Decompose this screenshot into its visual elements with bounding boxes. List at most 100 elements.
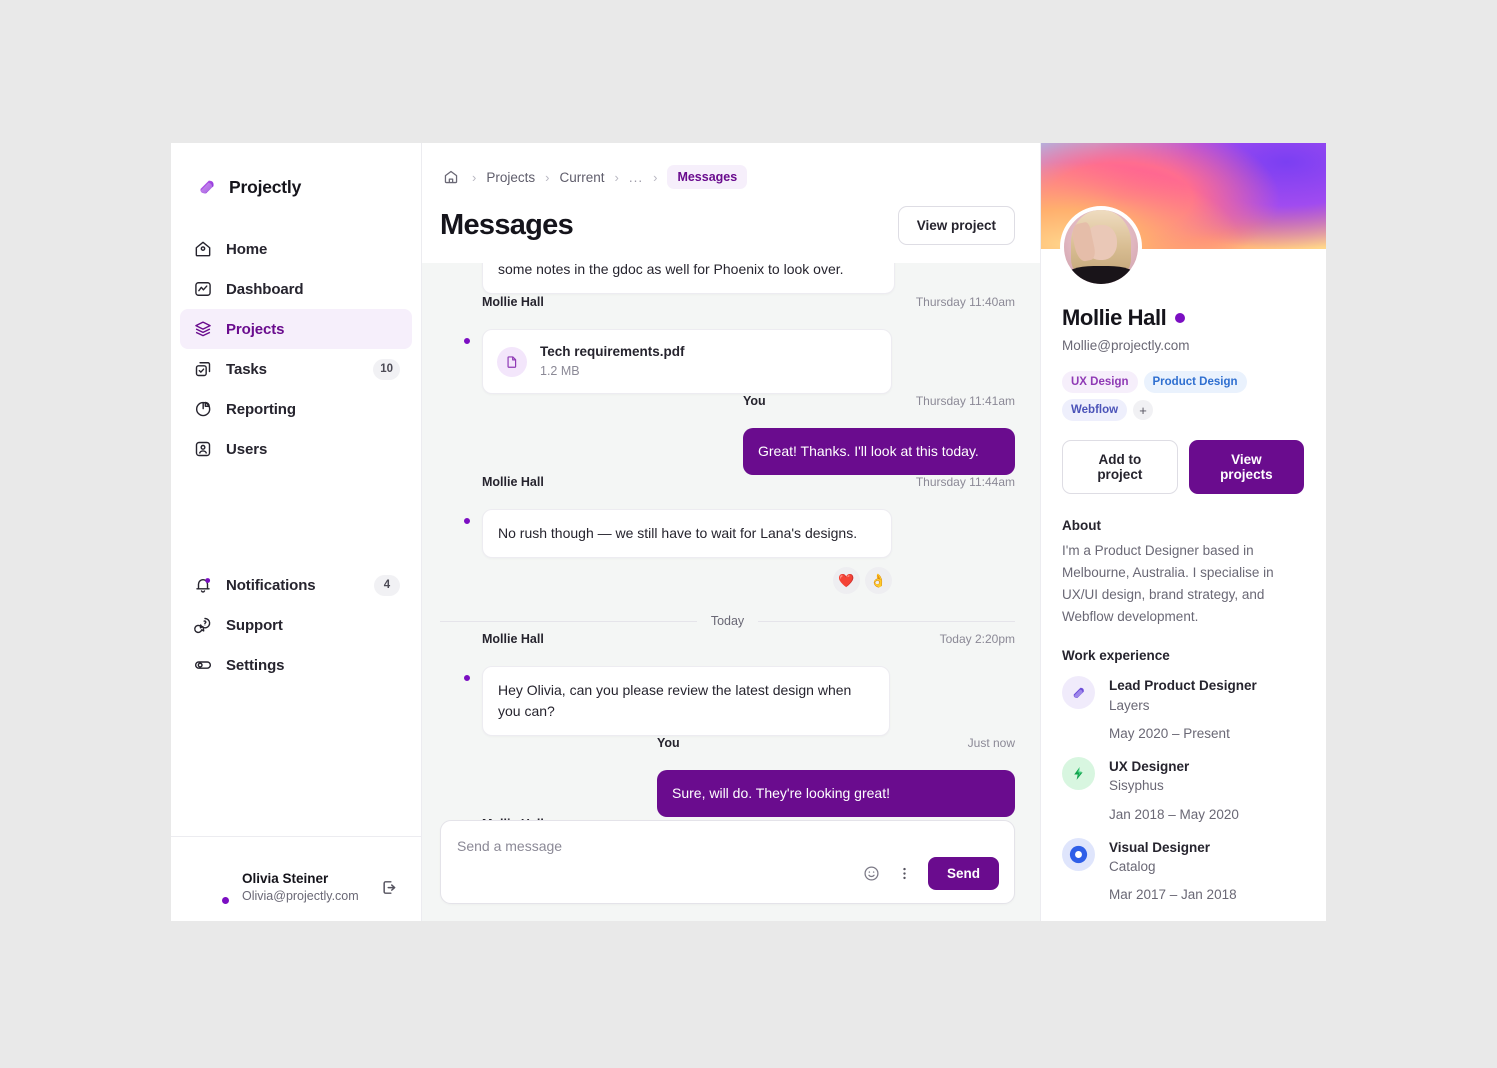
sidebar-item-settings[interactable]: Settings — [180, 645, 412, 685]
tag-product-design[interactable]: Product Design — [1143, 371, 1247, 393]
status-badge — [462, 516, 472, 526]
experience-company: Layers — [1109, 697, 1150, 713]
message-author: You — [657, 736, 680, 750]
sidebar-item-label: Support — [226, 616, 283, 634]
message-text: Sure, will do. They're looking great! — [657, 770, 1015, 817]
breadcrumb-item-projects[interactable]: Projects — [486, 170, 535, 185]
profile-name: Mollie Hall — [1062, 305, 1167, 330]
experience-item: Visual Designer Catalog Mar 2017 – Jan 2… — [1062, 837, 1304, 906]
message-author: Mollie Hall — [482, 817, 544, 820]
message-meta: Mollie Hall Today 2:20pm — [482, 632, 1015, 666]
composer-area: Send — [422, 820, 1040, 921]
profile-body: Mollie Hall Mollie@projectly.com UX Desi… — [1041, 249, 1326, 905]
message-reactions: ❤️ 👌 — [482, 567, 892, 594]
message-item: Mollie Hall Thursday 11:40am Tech requir… — [440, 295, 1015, 394]
experience-item: UX Designer Sisyphus Jan 2018 – May 2020 — [1062, 757, 1304, 825]
file-attachment[interactable]: Tech requirements.pdf 1.2 MB — [482, 329, 892, 394]
sidebar-item-tasks[interactable]: Tasks 10 — [180, 349, 412, 389]
experience-item: Lead Product Designer Layers May 2020 – … — [1062, 676, 1304, 744]
message-time: Just now — [967, 736, 1015, 750]
reaction-ok-hand[interactable]: 👌 — [865, 567, 892, 594]
more-vertical-icon[interactable] — [895, 864, 915, 884]
profile-panel: Mollie Hall Mollie@projectly.com UX Desi… — [1040, 143, 1326, 921]
breadcrumb-item-current[interactable]: Current — [559, 170, 604, 185]
sidebar-item-label: Projects — [226, 320, 285, 338]
chart-activity-icon — [192, 279, 213, 300]
status-badge — [1175, 313, 1186, 323]
experience-dates: Mar 2017 – Jan 2018 — [1109, 887, 1237, 903]
sidebar-item-dashboard[interactable]: Dashboard — [180, 269, 412, 309]
message-composer[interactable]: Send — [440, 820, 1015, 904]
circle-brand-icon — [1062, 837, 1095, 871]
app-window: Projectly Home Dashboard Projects Tasks … — [171, 143, 1326, 921]
file-name: Tech requirements.pdf — [540, 344, 685, 359]
layers-brand-icon — [1062, 676, 1095, 710]
message-author: Mollie Hall — [482, 632, 544, 646]
sidebar-item-users[interactable]: Users — [180, 429, 412, 469]
view-projects-button[interactable]: View projects — [1188, 440, 1304, 494]
chat-message-list[interactable]: some notes in the gdoc as well for Phoen… — [422, 263, 1040, 820]
breadcrumb-item-messages[interactable]: Messages — [667, 165, 748, 189]
reaction-heart[interactable]: ❤️ — [833, 567, 860, 594]
logout-icon[interactable] — [379, 877, 401, 899]
sidebar-item-reporting[interactable]: Reporting — [180, 389, 412, 429]
message-meta: Mollie Hall Thursday 11:40am — [482, 295, 1015, 329]
message-text: Great! Thanks. I'll look at this today. — [743, 428, 1015, 475]
experience-company: Catalog — [1109, 858, 1156, 874]
view-project-button[interactable]: View project — [897, 206, 1015, 245]
tag-ux-design[interactable]: UX Design — [1062, 371, 1138, 393]
message-text: Hey Olivia, can you please review the la… — [482, 666, 890, 736]
add-to-project-button[interactable]: Add to project — [1062, 440, 1178, 494]
avatar — [440, 315, 472, 346]
profile-name-row: Mollie Hall — [1062, 305, 1304, 331]
home-icon — [192, 239, 213, 260]
work-experience-list: Lead Product Designer Layers May 2020 – … — [1062, 676, 1304, 905]
sidebar-item-notifications[interactable]: Notifications 4 — [180, 565, 412, 605]
message-time: Today 2:20pm — [939, 632, 1015, 646]
breadcrumb-home-icon[interactable] — [440, 166, 462, 188]
sidebar-item-label: Dashboard — [226, 280, 304, 298]
emoji-smiley-icon[interactable] — [862, 864, 882, 884]
message-partial: some notes in the gdoc as well for Phoen… — [440, 263, 1015, 295]
message-item-outgoing: You Thursday 11:41am Great! Thanks. I'll… — [440, 394, 1015, 475]
file-size: 1.2 MB — [540, 364, 580, 379]
message-text: No rush though — we still have to wait f… — [482, 509, 892, 558]
experience-dates: May 2020 – Present — [1109, 725, 1230, 741]
toggle-icon — [192, 655, 213, 676]
status-badge — [462, 336, 472, 346]
title-row: Messages View project — [440, 189, 1015, 263]
sidebar-nav-primary: Home Dashboard Projects Tasks 10 Reporti… — [171, 229, 421, 469]
status-badge — [220, 894, 231, 906]
sidebar: Projectly Home Dashboard Projects Tasks … — [171, 143, 422, 921]
sidebar-item-label: Settings — [226, 656, 285, 674]
sidebar-item-projects[interactable]: Projects — [180, 309, 412, 349]
message-meta: You Thursday 11:41am — [743, 394, 1015, 428]
main-header: › Projects › Current › ... › Messages Me… — [422, 143, 1040, 263]
user-square-icon — [192, 439, 213, 460]
divider — [758, 620, 1016, 622]
message-input[interactable] — [457, 837, 999, 857]
sidebar-item-label: Reporting — [226, 400, 296, 418]
status-badge — [462, 673, 472, 683]
message-item-typing: Mollie Hall — [440, 817, 1015, 820]
pie-chart-icon — [192, 399, 213, 420]
sidebar-item-support[interactable]: Support — [180, 605, 412, 645]
sidebar-item-label: Notifications — [226, 576, 316, 594]
avatar — [440, 652, 472, 683]
day-separator-label: Today — [710, 614, 745, 628]
message-author: You — [743, 394, 766, 408]
message-item: Mollie Hall Today 2:20pm Hey Olivia, can… — [440, 632, 1015, 736]
sidebar-user-name: Olivia Steiner — [242, 870, 329, 886]
sidebar-item-home[interactable]: Home — [180, 229, 412, 269]
tag-webflow[interactable]: Webflow — [1062, 399, 1128, 421]
page-title: Messages — [440, 209, 574, 241]
brand[interactable]: Projectly — [171, 143, 421, 198]
sidebar-user-block[interactable]: Olivia Steiner Olivia@projectly.com — [171, 837, 421, 921]
sidebar-nav-secondary: Notifications 4 Support Settings — [171, 565, 421, 685]
send-button[interactable]: Send — [927, 857, 999, 890]
add-tag-button[interactable]: + — [1133, 400, 1154, 420]
breadcrumb-overflow[interactable]: ... — [629, 170, 643, 185]
sidebar-item-label: Users — [226, 440, 268, 458]
message-author: Mollie Hall — [482, 475, 544, 489]
experience-role: Lead Product Designer — [1109, 678, 1257, 694]
